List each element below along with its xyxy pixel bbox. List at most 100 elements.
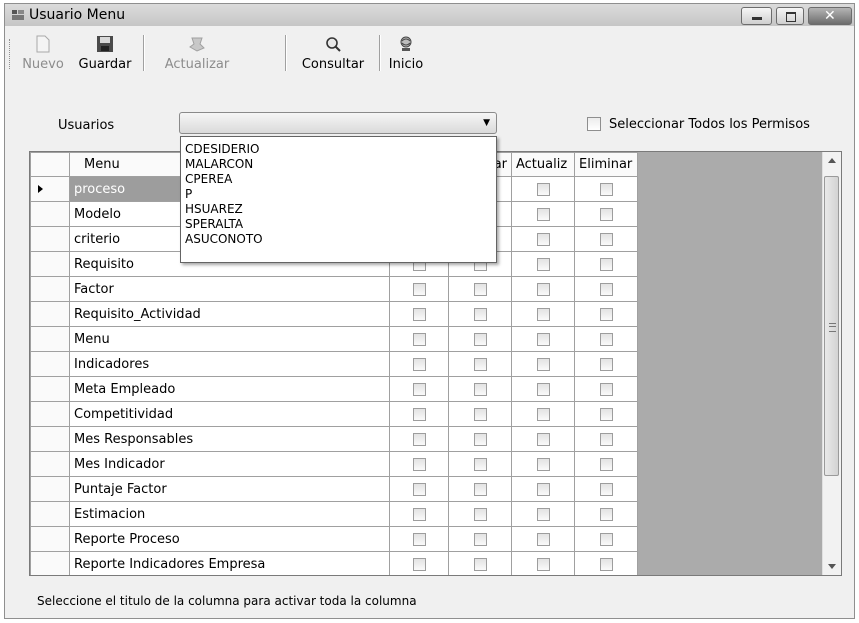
row-header[interactable] [30, 276, 70, 302]
row-header[interactable] [30, 451, 70, 477]
close-button[interactable]: ✕ [808, 7, 852, 25]
row-header[interactable] [30, 376, 70, 402]
table-row[interactable]: Competitividad [30, 401, 638, 427]
dropdown-option[interactable]: MALARCON [185, 157, 253, 171]
modificar-checkbox[interactable] [473, 332, 487, 346]
row-header[interactable] [30, 251, 70, 277]
eliminar-checkbox[interactable] [599, 307, 613, 321]
modificar-checkbox[interactable] [473, 382, 487, 396]
eliminar-checkbox[interactable] [599, 182, 613, 196]
modificar-checkbox[interactable] [473, 532, 487, 546]
eliminar-checkbox[interactable] [599, 407, 613, 421]
new-button[interactable]: Nuevo [17, 35, 69, 75]
usuarios-combobox[interactable]: ▼ [179, 112, 497, 134]
table-row[interactable]: Mes Indicador [30, 451, 638, 477]
update-button[interactable]: Actualizar [152, 35, 242, 75]
actualizar-checkbox[interactable] [536, 332, 550, 346]
row-header[interactable] [30, 226, 70, 252]
eliminar-checkbox[interactable] [599, 257, 613, 271]
chevron-down-icon[interactable]: ▼ [483, 118, 490, 128]
actualizar-checkbox[interactable] [536, 432, 550, 446]
insertar-checkbox[interactable] [412, 432, 426, 446]
modificar-checkbox[interactable] [473, 407, 487, 421]
eliminar-checkbox[interactable] [599, 232, 613, 246]
actualizar-checkbox[interactable] [536, 557, 550, 571]
eliminar-checkbox[interactable] [599, 557, 613, 571]
insertar-checkbox[interactable] [412, 282, 426, 296]
usuarios-dropdown-list[interactable]: CDESIDERIO MALARCON CPEREA P HSUAREZ SPE… [180, 136, 497, 263]
row-header[interactable] [30, 401, 70, 427]
column-header-actualizar[interactable]: Actualiz [511, 152, 575, 177]
scrollbar-thumb[interactable] [824, 176, 839, 476]
insertar-checkbox[interactable] [412, 507, 426, 521]
menu-cell[interactable]: Factor [69, 276, 390, 302]
menu-cell[interactable]: Meta Empleado [69, 376, 390, 402]
actualizar-checkbox[interactable] [536, 482, 550, 496]
scroll-down-icon[interactable] [828, 564, 836, 569]
eliminar-checkbox[interactable] [599, 457, 613, 471]
eliminar-checkbox[interactable] [599, 332, 613, 346]
modificar-checkbox[interactable] [473, 432, 487, 446]
table-row[interactable]: Indicadores [30, 351, 638, 377]
query-button[interactable]: Consultar [292, 35, 374, 75]
modificar-checkbox[interactable] [473, 482, 487, 496]
menu-cell[interactable]: Reporte Proceso [69, 526, 390, 552]
row-header[interactable] [30, 426, 70, 452]
insertar-checkbox[interactable] [412, 357, 426, 371]
modificar-checkbox[interactable] [473, 357, 487, 371]
row-header[interactable] [30, 301, 70, 327]
table-row[interactable]: Requisito_Actividad [30, 301, 638, 327]
menu-cell[interactable]: Requisito_Actividad [69, 301, 390, 327]
table-row[interactable]: Mes Responsables [30, 426, 638, 452]
eliminar-checkbox[interactable] [599, 207, 613, 221]
insertar-checkbox[interactable] [412, 407, 426, 421]
dropdown-option[interactable]: P [185, 187, 192, 201]
save-button[interactable]: Guardar [73, 35, 137, 75]
row-header[interactable] [30, 326, 70, 352]
toolbar-grip[interactable] [9, 39, 12, 69]
actualizar-checkbox[interactable] [536, 382, 550, 396]
table-row[interactable]: Reporte Indicadores Empresa [30, 551, 638, 575]
menu-cell[interactable]: Mes Indicador [69, 451, 390, 477]
actualizar-checkbox[interactable] [536, 457, 550, 471]
eliminar-checkbox[interactable] [599, 482, 613, 496]
row-header[interactable] [30, 351, 70, 377]
actualizar-checkbox[interactable] [536, 182, 550, 196]
row-header[interactable] [30, 176, 70, 202]
table-row[interactable]: Menu [30, 326, 638, 352]
menu-cell[interactable]: Mes Responsables [69, 426, 390, 452]
actualizar-checkbox[interactable] [536, 207, 550, 221]
insertar-checkbox[interactable] [412, 532, 426, 546]
dropdown-option[interactable]: SPERALTA [185, 217, 243, 231]
insertar-checkbox[interactable] [412, 557, 426, 571]
actualizar-checkbox[interactable] [536, 307, 550, 321]
insertar-checkbox[interactable] [412, 457, 426, 471]
vertical-scrollbar[interactable] [822, 152, 841, 575]
insertar-checkbox[interactable] [412, 382, 426, 396]
row-header[interactable] [30, 551, 70, 575]
insertar-checkbox[interactable] [412, 482, 426, 496]
column-header-eliminar[interactable]: Eliminar [574, 152, 638, 177]
dropdown-option[interactable]: CPEREA [185, 172, 232, 186]
maximize-button[interactable] [776, 7, 804, 25]
insertar-checkbox[interactable] [412, 307, 426, 321]
eliminar-checkbox[interactable] [599, 532, 613, 546]
table-row[interactable]: Factor [30, 276, 638, 302]
modificar-checkbox[interactable] [473, 557, 487, 571]
title-bar[interactable]: Usuario Menu ✕ [5, 4, 854, 26]
actualizar-checkbox[interactable] [536, 357, 550, 371]
eliminar-checkbox[interactable] [599, 282, 613, 296]
modificar-checkbox[interactable] [473, 282, 487, 296]
dropdown-option[interactable]: ASUCONOTO [185, 232, 263, 246]
modificar-checkbox[interactable] [473, 457, 487, 471]
actualizar-checkbox[interactable] [536, 232, 550, 246]
actualizar-checkbox[interactable] [536, 407, 550, 421]
table-row[interactable]: Meta Empleado [30, 376, 638, 402]
row-header[interactable] [30, 526, 70, 552]
table-row[interactable]: Puntaje Factor [30, 476, 638, 502]
dropdown-option[interactable]: CDESIDERIO [185, 142, 260, 156]
table-row[interactable]: Estimacion [30, 501, 638, 527]
eliminar-checkbox[interactable] [599, 432, 613, 446]
row-header[interactable] [30, 501, 70, 527]
menu-cell[interactable]: Indicadores [69, 351, 390, 377]
